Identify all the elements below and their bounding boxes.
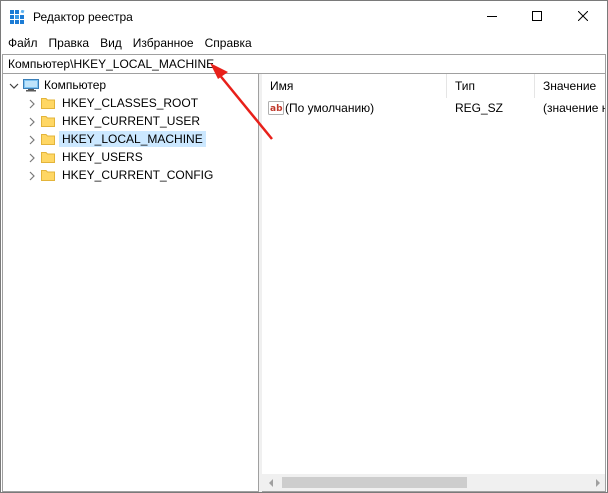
column-header-name[interactable]: Имя: [262, 74, 447, 98]
folder-icon: [41, 151, 55, 163]
svg-text:ab: ab: [270, 104, 283, 114]
window-title: Редактор реестра: [33, 10, 133, 24]
chevron-right-icon[interactable]: [27, 116, 37, 127]
tree-item-hkey-classes-root[interactable]: HKEY_CLASSES_ROOT: [27, 94, 201, 112]
tree-item-label: HKEY_CURRENT_USER: [62, 114, 201, 128]
close-icon: [577, 10, 588, 24]
value-data: (значение н: [543, 101, 606, 115]
registry-editor-icon: [10, 9, 26, 26]
menu-edit[interactable]: Правка: [43, 34, 95, 53]
menu-favorites[interactable]: Избранное: [127, 34, 199, 53]
chevron-right-icon[interactable]: [27, 152, 37, 163]
tree-item-hkey-current-config[interactable]: HKEY_CURRENT_CONFIG: [27, 166, 216, 184]
folder-icon: [41, 169, 55, 181]
tree-item-label: Компьютер: [44, 78, 107, 92]
chevron-right-icon[interactable]: [27, 134, 37, 145]
folder-icon: [41, 133, 55, 145]
close-button[interactable]: [560, 1, 605, 33]
tree-item-hkey-users[interactable]: HKEY_USERS: [27, 148, 146, 166]
chevron-down-icon[interactable]: [9, 80, 19, 90]
list-header: Имя Тип Значение: [262, 74, 605, 98]
menu-file[interactable]: Файл: [1, 34, 43, 53]
tree-item-label: HKEY_LOCAL_MACHINE: [59, 131, 206, 147]
scroll-left-icon[interactable]: [262, 474, 279, 491]
tree-item-hkey-current-user[interactable]: HKEY_CURRENT_USER: [27, 112, 203, 130]
tree-item-computer[interactable]: Компьютер: [9, 76, 109, 94]
address-bar[interactable]: Компьютер\HKEY_LOCAL_MACHINE: [2, 54, 606, 74]
tree-item-label: HKEY_CURRENT_CONFIG: [62, 168, 214, 182]
maximize-icon: [531, 10, 542, 24]
string-value-icon: ab: [268, 100, 284, 121]
scroll-right-icon[interactable]: [589, 474, 605, 491]
scrollbar-thumb[interactable]: [282, 477, 467, 488]
folder-icon: [41, 115, 55, 127]
folder-icon: [41, 97, 55, 109]
menu-view[interactable]: Вид: [94, 34, 127, 53]
menu-help[interactable]: Справка: [199, 34, 257, 53]
tree-item-hkey-local-machine[interactable]: HKEY_LOCAL_MACHINE: [27, 130, 206, 148]
values-list-pane[interactable]: Имя Тип Значение ab (По умолчанию) REG_S…: [262, 74, 606, 492]
value-type: REG_SZ: [455, 101, 504, 115]
value-name: (По умолчанию): [285, 101, 375, 115]
registry-editor-window: Редактор реестра Файл Правка Вид Избранн…: [0, 0, 608, 493]
tree-item-label: HKEY_CLASSES_ROOT: [62, 96, 199, 110]
minimize-button[interactable]: [469, 1, 514, 33]
chevron-right-icon[interactable]: [27, 98, 37, 109]
menu-bar: Файл Правка Вид Избранное Справка: [1, 34, 607, 53]
column-header-value[interactable]: Значение: [535, 74, 605, 98]
maximize-button[interactable]: [514, 1, 559, 33]
minimize-icon: [486, 10, 497, 24]
tree-item-label: HKEY_USERS: [62, 150, 143, 164]
title-bar[interactable]: Редактор реестра: [1, 1, 607, 33]
key-tree-pane[interactable]: Компьютер HKEY_CLASSES_ROOT HKEY_CURRENT…: [2, 74, 259, 492]
address-path[interactable]: Компьютер\HKEY_LOCAL_MACHINE: [8, 57, 214, 71]
horizontal-scrollbar[interactable]: [262, 474, 605, 491]
list-item[interactable]: ab (По умолчанию) REG_SZ (значение н: [262, 99, 606, 117]
column-header-type[interactable]: Тип: [447, 74, 535, 98]
computer-icon: [23, 78, 39, 92]
chevron-right-icon[interactable]: [27, 170, 37, 181]
